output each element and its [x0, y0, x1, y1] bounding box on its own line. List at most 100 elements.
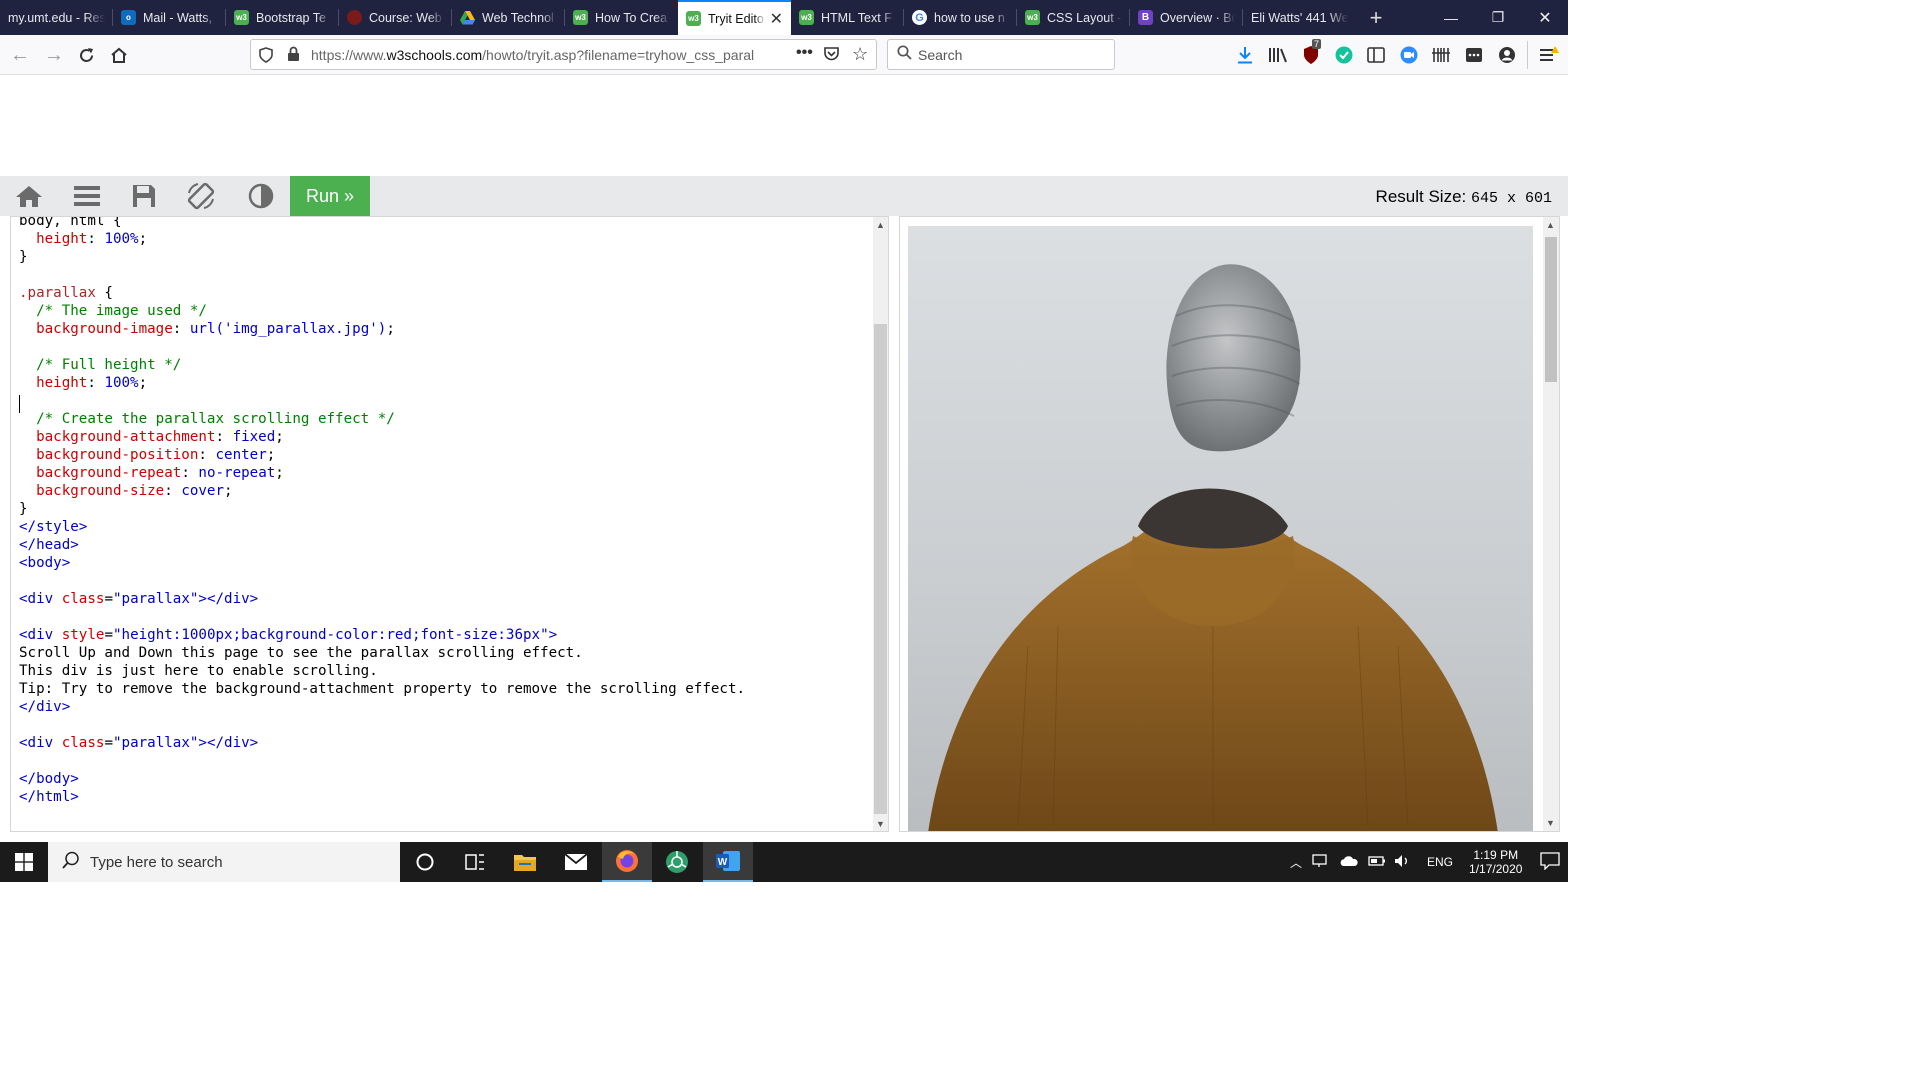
close-window-icon[interactable]: ✕ [1522, 0, 1568, 35]
reader-view-icon[interactable] [1365, 44, 1387, 66]
search-bar[interactable]: Search [887, 39, 1115, 70]
menu-icon[interactable] [1538, 44, 1560, 66]
w3schools-icon: w3 [234, 10, 249, 25]
show-hidden-icons-icon[interactable]: ︿ [1290, 854, 1302, 871]
scrollbar-thumb[interactable] [874, 324, 887, 814]
tab-course-web[interactable]: Course: Web [339, 0, 452, 35]
tab-css-layout[interactable]: w3 CSS Layout - [1017, 0, 1130, 35]
shield-icon[interactable] [259, 47, 273, 68]
tab-label: my.umt.edu - Res [8, 10, 105, 25]
scroll-down-icon[interactable]: ▼ [873, 816, 888, 831]
tab-strip: my.umt.edu - Res o Mail - Watts, w3 Bootst… [0, 0, 1568, 35]
moodle-icon [347, 10, 362, 25]
tab-label: Web Technol [482, 10, 554, 25]
account-icon[interactable] [1496, 44, 1518, 66]
parallax-image [908, 226, 1533, 831]
restore-icon[interactable]: ❐ [1475, 0, 1521, 35]
back-icon[interactable]: ← [4, 39, 36, 71]
tab-tryit-editor[interactable]: w3 Tryit Edito ✕ [678, 0, 791, 35]
save-icon[interactable] [127, 180, 161, 212]
file-explorer-icon[interactable] [500, 842, 550, 882]
forward-icon[interactable]: → [38, 39, 70, 71]
clock-time: 1:19 PM [1473, 848, 1519, 862]
page-actions-icon[interactable]: ••• [796, 44, 813, 62]
tab-label: how to use n [934, 10, 1005, 25]
home-icon[interactable] [103, 39, 135, 71]
notifications-icon[interactable] [1540, 851, 1561, 873]
tab-label: Eli Watts' 441 We [1251, 10, 1348, 25]
tab-how-to-create[interactable]: w3 How To Crea [565, 0, 678, 35]
w3schools-icon: w3 [686, 11, 701, 26]
code-scrollbar[interactable]: ▲ ▼ [873, 217, 888, 831]
search-icon [62, 851, 80, 873]
result-size-label: Result Size: [1375, 187, 1467, 206]
tab-mail[interactable]: o Mail - Watts, [113, 0, 226, 35]
chrome-like-app-icon[interactable] [652, 842, 702, 882]
scroll-down-icon[interactable]: ▼ [1546, 818, 1555, 828]
firefox-icon[interactable] [602, 842, 652, 882]
run-button[interactable]: Run » [290, 176, 370, 216]
tab-label: Course: Web [369, 10, 442, 25]
bootstrap-icon: B [1138, 10, 1153, 25]
grammarly-check-icon[interactable] [1333, 44, 1355, 66]
tab-label: CSS Layout - [1047, 10, 1122, 25]
clock[interactable]: 1:19 PM 1/17/2020 [1469, 848, 1522, 876]
battery-icon[interactable] [1368, 855, 1386, 870]
text-caret [19, 395, 20, 413]
task-view-icon[interactable] [450, 842, 500, 882]
barcode-icon[interactable] [1430, 44, 1452, 66]
word-icon[interactable]: W [703, 842, 753, 882]
zoom-icon[interactable] [1398, 44, 1420, 66]
tab-label: HTML Text F [821, 10, 892, 25]
close-tab-icon[interactable]: ✕ [770, 9, 783, 29]
taskbar-search-box[interactable]: Type here to search [48, 842, 400, 882]
extension-icon[interactable] [1463, 44, 1485, 66]
bookmark-star-icon[interactable]: ☆ [852, 44, 868, 65]
system-tray: ︿ ENG 1:19 PM 1/17/2020 [1290, 842, 1561, 882]
volume-icon[interactable] [1394, 854, 1412, 871]
tab-bootstrap-tutorial[interactable]: w3 Bootstrap Te [226, 0, 339, 35]
url-path: /howto/tryit.asp?filename=tryhow_css_par… [482, 46, 755, 63]
new-tab-icon[interactable]: + [1356, 0, 1396, 35]
taskbar: Type here to search W ︿ ENG 1:19 PM 1/17… [0, 842, 1568, 882]
pocket-icon[interactable] [823, 46, 840, 67]
w3schools-icon: w3 [573, 10, 588, 25]
tab-my-umt[interactable]: my.umt.edu - Res [0, 0, 113, 35]
mail-icon[interactable] [551, 842, 601, 882]
library-icon[interactable] [1267, 44, 1289, 66]
result-size: Result Size: 645 x 601 [1376, 187, 1552, 207]
result-scrollbar[interactable]: ▲ ▼ [1543, 217, 1559, 831]
scroll-up-icon[interactable]: ▲ [1546, 220, 1555, 230]
tab-label: How To Crea [595, 10, 668, 25]
cortana-icon[interactable] [400, 842, 450, 882]
url-text[interactable]: https://www.w3schools.com/howto/tryit.as… [311, 47, 761, 63]
code-text[interactable]: body, html { height: 100%; } .parallax {… [19, 217, 745, 806]
scroll-up-icon[interactable]: ▲ [873, 217, 888, 232]
language-indicator[interactable]: ENG [1427, 855, 1453, 869]
outlook-icon: o [121, 10, 136, 25]
tab-eli-watts[interactable]: Eli Watts' 441 We [1243, 0, 1356, 35]
tab-label: Tryit Edito [708, 11, 764, 26]
network-icon[interactable] [1312, 853, 1330, 871]
onedrive-icon[interactable] [1339, 855, 1359, 870]
tab-bootstrap-overview[interactable]: B Overview · Bo [1130, 0, 1243, 35]
result-frame[interactable]: ▲ ▼ [899, 216, 1560, 832]
rotate-orientation-icon[interactable] [184, 180, 218, 212]
w3schools-icon: w3 [1025, 10, 1040, 25]
code-editor[interactable]: body, html { height: 100%; } .parallax {… [10, 216, 889, 832]
theme-contrast-icon[interactable] [244, 180, 278, 212]
taskbar-search-placeholder: Type here to search [90, 853, 223, 871]
home-icon[interactable] [12, 180, 46, 212]
tab-html-text[interactable]: w3 HTML Text F [791, 0, 904, 35]
reload-icon[interactable] [70, 39, 102, 71]
scrollbar-thumb[interactable] [1545, 237, 1557, 382]
menu-icon[interactable] [70, 180, 104, 212]
ublock-icon[interactable]: 7 [1300, 39, 1322, 66]
minimize-icon[interactable]: — [1428, 0, 1474, 35]
windows-start-icon[interactable] [0, 842, 48, 882]
tab-web-technologies[interactable]: Web Technol [452, 0, 565, 35]
tab-google-search[interactable]: Ghow to use n [904, 0, 1017, 35]
lock-icon[interactable] [287, 46, 300, 67]
download-icon[interactable] [1234, 44, 1256, 66]
url-bar[interactable]: https://www.w3schools.com/howto/tryit.as… [250, 39, 877, 70]
